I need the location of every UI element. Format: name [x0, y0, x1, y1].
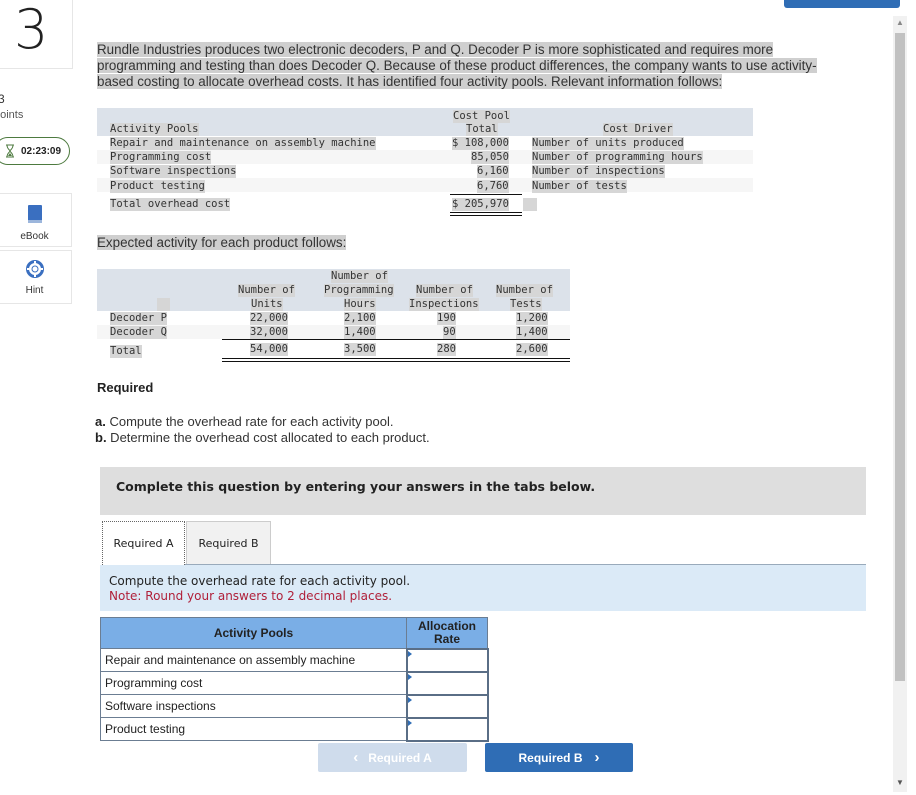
instructions-banner-text: Complete this question by entering your …: [116, 479, 596, 494]
inspections-value: 90: [443, 326, 456, 339]
col-activity-pools: Activity Pools: [100, 617, 407, 649]
requirement-b: b. Determine the overhead cost allocated…: [95, 430, 430, 445]
requirement-a: a. Compute the overhead rate for each ac…: [95, 414, 393, 429]
allocation-rate-table: Activity Pools Allocation Rate Repair an…: [100, 617, 489, 742]
tab-required-b[interactable]: Required B: [186, 521, 271, 565]
header-tests-1: Number of: [496, 284, 553, 297]
prev-button-label: Required A: [368, 751, 432, 765]
activity-pool-label: Product testing: [100, 717, 407, 741]
units-value: 32,000: [250, 326, 288, 339]
allocation-rate-input-programming[interactable]: [407, 673, 487, 693]
hours-value: 2,100: [344, 312, 376, 325]
allocation-rate-cell[interactable]: [405, 693, 489, 719]
col-allocation-rate-line1: Allocation: [417, 618, 476, 633]
requirement-text: Determine the overhead cost allocated to…: [106, 430, 430, 445]
subtotal-rule: [222, 339, 570, 340]
input-marker-icon: [407, 673, 412, 680]
allocation-rate-input-testing[interactable]: [407, 719, 487, 739]
double-rule-top: [222, 358, 570, 359]
instruction-text: Compute the overhead rate for each activ…: [109, 574, 411, 588]
header-prog-3: Hours: [344, 298, 376, 311]
table-row: Software inspections: [100, 693, 489, 719]
rounding-note: Note: Round your answers to 2 decimal pl…: [109, 589, 393, 603]
allocation-rate-input-inspections[interactable]: [407, 696, 487, 716]
activity-pool-label: Programming cost: [100, 671, 407, 695]
units-total: 54,000: [250, 343, 288, 356]
col-allocation-rate: Allocation Rate: [406, 617, 488, 649]
allocation-rate-input-repair[interactable]: [407, 650, 487, 670]
inspections-total: 280: [437, 343, 456, 356]
header-insp-1: Number of: [416, 284, 473, 297]
hours-total: 3,500: [344, 343, 376, 356]
next-required-b-button[interactable]: Required B ›: [485, 743, 633, 772]
requirement-text: Compute the overhead rate for each activ…: [105, 414, 394, 429]
allocation-rate-cell[interactable]: [405, 647, 489, 673]
hours-value: 1,400: [344, 326, 376, 339]
activity-pool-label: Software inspections: [100, 694, 407, 718]
activity-table: Number of Units Number of Programming Ho…: [0, 0, 916, 380]
chevron-right-icon: ›: [594, 749, 600, 766]
tests-total: 2,600: [516, 343, 548, 356]
allocation-rate-cell[interactable]: [405, 716, 489, 742]
header-tests-2: Tests: [510, 298, 542, 311]
double-rule-bottom: [222, 361, 570, 362]
tab-instruction-panel: Compute the overhead rate for each activ…: [100, 565, 866, 611]
next-button-label: Required B: [518, 751, 583, 765]
requirement-letter: a.: [95, 414, 106, 429]
header-blank: [157, 298, 170, 311]
table-row: Product testing: [100, 716, 489, 742]
input-marker-icon: [407, 719, 412, 726]
col-allocation-rate-line2: Rate: [433, 631, 460, 646]
header-prog-2: Programming: [324, 284, 394, 297]
required-heading: Required: [97, 380, 154, 395]
instructions-banner: Complete this question by entering your …: [100, 467, 866, 515]
header-prog-1: Number of: [331, 270, 388, 283]
chevron-left-icon: ‹: [353, 749, 359, 766]
activity-pool-label: Repair and maintenance on assembly machi…: [100, 648, 407, 672]
inspections-value: 190: [437, 312, 456, 325]
tests-value: 1,200: [516, 312, 548, 325]
input-marker-icon: [407, 650, 412, 657]
prev-required-a-button[interactable]: ‹ Required A: [318, 743, 467, 772]
requirement-letter: b.: [95, 430, 107, 445]
header-units-1: Number of: [238, 284, 295, 297]
tab-required-a[interactable]: Required A: [102, 521, 185, 565]
row-label: Decoder Q: [110, 326, 167, 339]
header-units-2: Units: [251, 298, 283, 311]
tests-value: 1,400: [516, 326, 548, 339]
allocation-rate-cell[interactable]: [405, 670, 489, 696]
input-marker-icon: [407, 696, 412, 703]
row-label: Decoder P: [110, 312, 167, 325]
units-value: 22,000: [250, 312, 288, 325]
header-insp-2: Inspections: [409, 298, 479, 311]
total-label: Total: [110, 345, 142, 358]
table-row: Programming cost: [100, 670, 489, 696]
scroll-down-arrow-icon[interactable]: ▼: [893, 776, 907, 790]
table-row: Repair and maintenance on assembly machi…: [100, 647, 489, 673]
